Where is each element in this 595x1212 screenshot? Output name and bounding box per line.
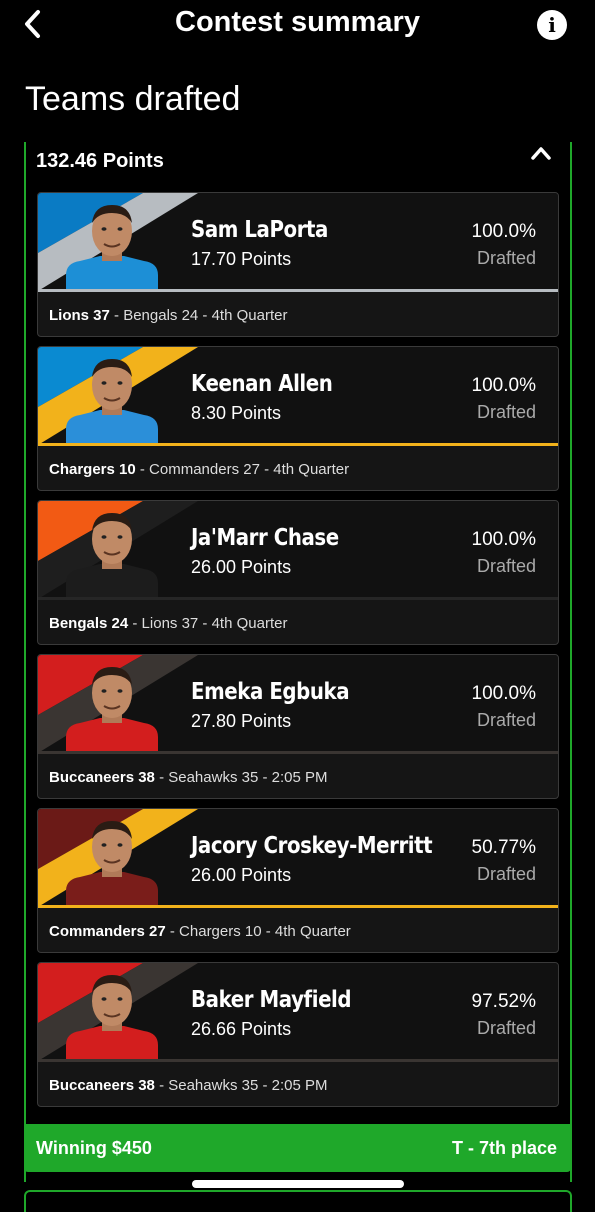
player-headshot bbox=[66, 975, 158, 1061]
drafted-label: Drafted bbox=[476, 248, 536, 268]
drafted-percentage: 100.0% bbox=[471, 683, 536, 704]
player-points: 26.66 Points bbox=[191, 1019, 292, 1039]
game-details: - Commanders 27 - 4th Quarter bbox=[135, 461, 350, 478]
game-details: - Seahawks 35 - 2:05 PM bbox=[154, 1077, 328, 1094]
team-color-divider bbox=[38, 443, 558, 446]
player-points: 26.00 Points bbox=[191, 865, 292, 885]
player-team-score: Chargers 10 bbox=[49, 461, 136, 478]
team-color-divider bbox=[38, 289, 558, 292]
drafted-label: Drafted bbox=[476, 402, 536, 422]
drafted-percentage: 97.52% bbox=[471, 991, 536, 1012]
player-team-score: Buccaneers 38 bbox=[49, 1077, 155, 1094]
player-card-header: Keenan Allen 8.30 Points 100.0% Drafted bbox=[38, 347, 558, 445]
drafted-percentage: 100.0% bbox=[471, 375, 536, 396]
player-card-header: Sam LaPorta 17.70 Points 100.0% Drafted bbox=[38, 193, 558, 291]
screen-title: Contest summary bbox=[175, 6, 420, 38]
player-card[interactable]: Sam LaPorta 17.70 Points 100.0% Drafted … bbox=[37, 192, 559, 337]
player-headshot bbox=[66, 513, 158, 599]
player-card-header: Baker Mayfield 26.66 Points 97.52% Draft… bbox=[38, 963, 558, 1061]
game-details: - Chargers 10 - 4th Quarter bbox=[165, 923, 351, 940]
game-score: Buccaneers 38 - Seahawks 35 - 2:05 PM bbox=[49, 769, 328, 786]
player-points: 27.80 Points bbox=[191, 711, 292, 731]
player-name: Emeka Egbuka bbox=[191, 679, 350, 705]
drafted-percentage: 50.77% bbox=[471, 837, 536, 858]
drafted-percentage: 100.0% bbox=[471, 529, 536, 550]
player-headshot bbox=[66, 821, 158, 907]
page-title: Teams drafted bbox=[25, 80, 241, 118]
game-details: - Lions 37 - 4th Quarter bbox=[128, 615, 288, 632]
player-card[interactable]: Jacory Croskey-Merritt 26.00 Points 50.7… bbox=[37, 808, 559, 953]
team-color-divider bbox=[38, 751, 558, 754]
player-team-score: Buccaneers 38 bbox=[49, 769, 155, 786]
game-details: - Seahawks 35 - 2:05 PM bbox=[154, 769, 328, 786]
game-score: Lions 37 - Bengals 24 - 4th Quarter bbox=[49, 307, 287, 324]
player-card[interactable]: Ja'Marr Chase 26.00 Points 100.0% Drafte… bbox=[37, 500, 559, 645]
player-headshot bbox=[66, 205, 158, 291]
player-name: Jacory Croskey-Merritt bbox=[191, 833, 433, 859]
player-card[interactable]: Baker Mayfield 26.66 Points 97.52% Draft… bbox=[37, 962, 559, 1107]
top-bar: Contest summary i bbox=[0, 0, 595, 50]
game-score: Bengals 24 - Lions 37 - 4th Quarter bbox=[49, 615, 287, 632]
player-card-header: Emeka Egbuka 27.80 Points 100.0% Drafted bbox=[38, 655, 558, 753]
finish-place: T - 7th place bbox=[451, 1138, 557, 1158]
player-card[interactable]: Keenan Allen 8.30 Points 100.0% Drafted … bbox=[37, 346, 559, 491]
next-panel-edge bbox=[24, 1190, 572, 1212]
winning-amount: Winning $450 bbox=[36, 1138, 152, 1158]
game-score: Chargers 10 - Commanders 27 - 4th Quarte… bbox=[49, 461, 349, 478]
home-indicator[interactable] bbox=[192, 1180, 404, 1188]
info-icon[interactable]: i bbox=[537, 10, 567, 40]
drafted-percentage: 100.0% bbox=[471, 221, 536, 242]
player-points: 17.70 Points bbox=[191, 249, 292, 269]
team-color-divider bbox=[38, 597, 558, 600]
player-headshot bbox=[66, 359, 158, 445]
total-points: 132.46 Points bbox=[36, 150, 164, 172]
player-card-header: Jacory Croskey-Merritt 26.00 Points 50.7… bbox=[38, 809, 558, 907]
game-details: - Bengals 24 - 4th Quarter bbox=[109, 307, 288, 324]
drafted-label: Drafted bbox=[476, 710, 536, 730]
player-team-score: Commanders 27 bbox=[49, 923, 166, 940]
drafted-label: Drafted bbox=[476, 864, 536, 884]
player-team-score: Lions 37 bbox=[49, 307, 110, 324]
player-name: Keenan Allen bbox=[191, 371, 333, 397]
player-points: 8.30 Points bbox=[191, 403, 282, 423]
player-name: Baker Mayfield bbox=[191, 987, 352, 1013]
drafted-label: Drafted bbox=[476, 556, 536, 576]
team-color-divider bbox=[38, 1059, 558, 1062]
team-color-divider bbox=[38, 905, 558, 908]
player-name: Ja'Marr Chase bbox=[191, 525, 339, 551]
drafted-label: Drafted bbox=[476, 1018, 536, 1038]
player-card-header: Ja'Marr Chase 26.00 Points 100.0% Drafte… bbox=[38, 501, 558, 599]
winnings-bar: Winning $450 T - 7th place bbox=[24, 1124, 571, 1172]
player-points: 26.00 Points bbox=[191, 557, 292, 577]
chevron-up-icon[interactable] bbox=[530, 145, 552, 161]
player-name: Sam LaPorta bbox=[191, 217, 328, 243]
player-card[interactable]: Emeka Egbuka 27.80 Points 100.0% Drafted… bbox=[37, 654, 559, 799]
game-score: Buccaneers 38 - Seahawks 35 - 2:05 PM bbox=[49, 1077, 328, 1094]
player-headshot bbox=[66, 667, 158, 753]
player-team-score: Bengals 24 bbox=[49, 615, 129, 632]
game-score: Commanders 27 - Chargers 10 - 4th Quarte… bbox=[49, 923, 351, 940]
